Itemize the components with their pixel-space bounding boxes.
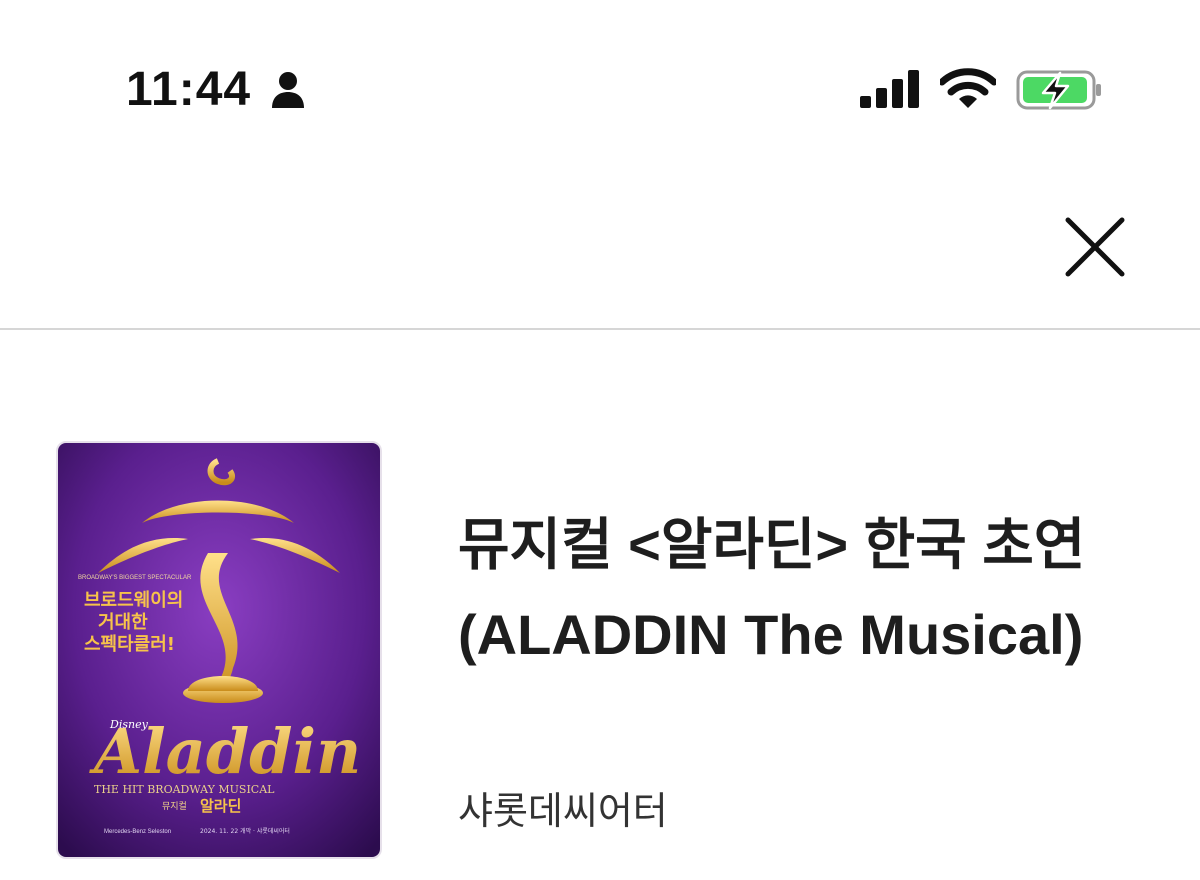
close-icon (1065, 217, 1125, 277)
poster-tagline-line-1: 브로드웨이의 (84, 590, 183, 611)
poster-tagline-line-3: 스펙타클러! (84, 634, 175, 655)
status-bar: 11:44 (0, 0, 1200, 180)
signal-icon (860, 70, 919, 108)
status-time: 11:44 (126, 63, 252, 116)
person-icon (272, 72, 304, 108)
battery-charging-icon (1016, 70, 1101, 110)
venue-name: 샤롯데씨어터 (458, 791, 668, 833)
poster-image[interactable]: BROADWAY'S BIGGEST SPECTACULAR 브로드웨이의 거대… (56, 441, 382, 859)
poster-subtitle: THE HIT BROADWAY MUSICAL (94, 783, 275, 796)
close-button[interactable] (1060, 212, 1130, 282)
wifi-icon (940, 68, 996, 108)
header-divider (0, 328, 1200, 330)
poster-korean-title: 알라딘 (200, 797, 241, 815)
poster-logo: Aladdin (89, 715, 361, 788)
poster-sponsor: Mercedes-Benz Seleston (104, 829, 171, 835)
poster-tagline-line-2: 거대한 (98, 612, 148, 633)
poster-korean-title-prefix: 뮤지컬 (162, 801, 187, 812)
poster-date-line: 2024. 11. 22 개막 · 샤롯데씨어터 (200, 827, 290, 835)
poster-tagline-small: BROADWAY'S BIGGEST SPECTACULAR (78, 575, 192, 581)
performance-title[interactable]: 뮤지컬 <알라딘> 한국 초연 (ALADDIN The Musical) (458, 500, 1098, 680)
